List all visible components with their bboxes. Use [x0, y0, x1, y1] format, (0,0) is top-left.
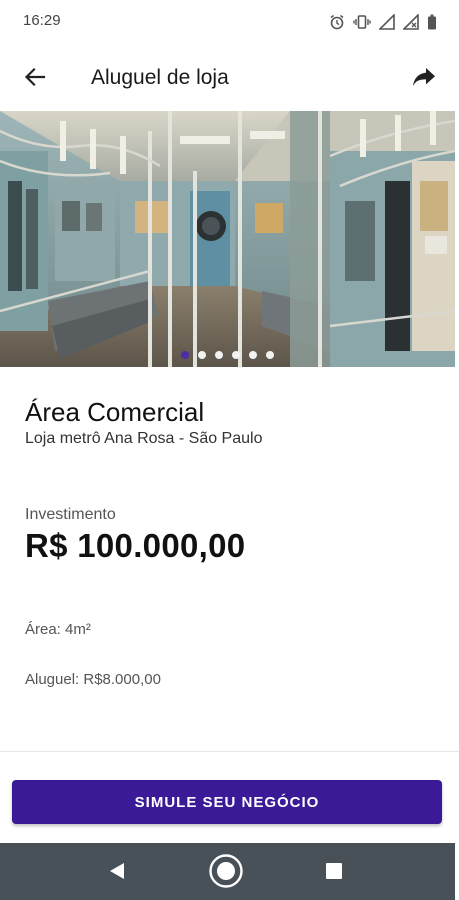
- nav-home-button[interactable]: [206, 853, 246, 893]
- share-icon: [412, 67, 436, 92]
- nav-recent-icon: [325, 862, 343, 885]
- gallery-dot[interactable]: [249, 351, 257, 359]
- investment-value: R$ 100.000,00: [25, 527, 246, 564]
- rent-text: Aluguel: R$8.000,00: [25, 671, 161, 688]
- gallery-dot[interactable]: [198, 351, 206, 359]
- status-time: 16:29: [23, 12, 61, 29]
- nav-recent-button[interactable]: [314, 853, 354, 893]
- area-text: Área: 4m²: [25, 621, 91, 638]
- gallery-dot[interactable]: [266, 351, 274, 359]
- gallery-pagination: [0, 351, 455, 359]
- gallery-dot[interactable]: [232, 351, 240, 359]
- listing-details: Área Comercial Loja metrô Ana Rosa - São…: [0, 367, 459, 753]
- gallery-dot[interactable]: [215, 351, 223, 359]
- listing-location: Loja metrô Ana Rosa - São Paulo: [25, 430, 263, 447]
- nav-home-icon: [208, 853, 244, 894]
- status-bar: 16:29: [0, 0, 459, 46]
- subway-car-photo: [0, 111, 455, 367]
- share-button[interactable]: [407, 62, 441, 96]
- back-button[interactable]: [18, 62, 52, 96]
- alarm-icon: [329, 14, 345, 30]
- investment-label: Investimento: [25, 506, 116, 523]
- nav-back-icon: [107, 861, 127, 886]
- photo-gallery[interactable]: [0, 111, 455, 367]
- vibrate-icon: [353, 14, 371, 30]
- nav-back-button[interactable]: [97, 853, 137, 893]
- divider: [0, 751, 459, 752]
- arrow-left-icon: [24, 66, 46, 93]
- gallery-dot[interactable]: [181, 351, 189, 359]
- page-title: Aluguel de loja: [91, 66, 229, 89]
- app-bar: Aluguel de loja: [0, 46, 459, 111]
- listing-title: Área Comercial: [25, 397, 205, 427]
- system-nav-bar: [0, 843, 455, 900]
- signal-icon: [379, 14, 395, 30]
- signal-x-icon: [403, 14, 419, 30]
- status-icons: [329, 12, 437, 32]
- battery-icon: [427, 14, 437, 30]
- simulate-business-button[interactable]: SIMULE SEU NEGÓCIO: [12, 780, 442, 824]
